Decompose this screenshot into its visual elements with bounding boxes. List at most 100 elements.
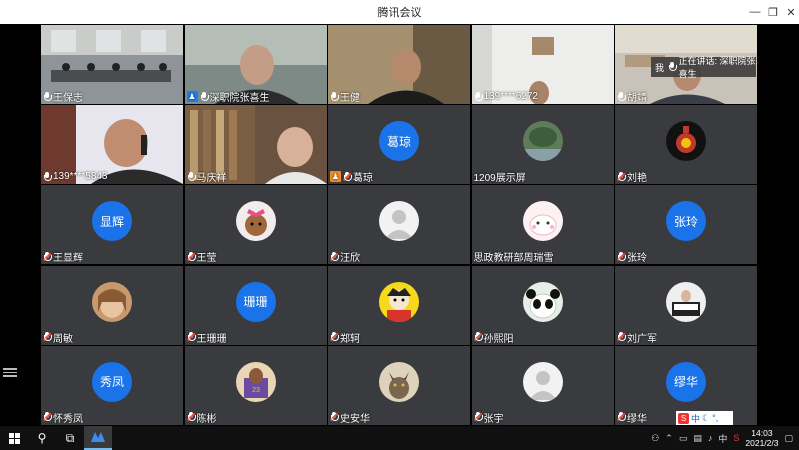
- participant-avatar: [92, 281, 132, 322]
- participant-avatar: [235, 201, 276, 242]
- participant-tile[interactable]: 139****5843: [41, 105, 183, 185]
- participant-tile[interactable]: 珊珊 王珊珊: [184, 265, 327, 345]
- participant-name-bar: 1209展示屏: [473, 170, 526, 185]
- search-icon[interactable]: ⚲: [28, 426, 56, 450]
- participant-tile[interactable]: 王健: [328, 25, 470, 104]
- meeting-stage: 王保志 ♟ 深职院张喜生 王健 139****6272 胡靖 139****58…: [0, 24, 799, 426]
- ime-language-toggle[interactable]: 中: [691, 412, 700, 425]
- clock-date: 2021/2/3: [745, 438, 779, 448]
- participant-tile[interactable]: 刘艳: [615, 105, 757, 185]
- participant-name-bar: 张宇: [473, 411, 504, 425]
- system-tray: ⚇ ⌃ ▭ ▤ ♪ 中 S 14:03 2021/2/3 ▢: [651, 426, 799, 450]
- battery-icon[interactable]: ▭: [679, 433, 688, 444]
- ime-toolbar[interactable]: S 中 ☾ °,: [676, 411, 733, 425]
- sidebar-toggle-icon[interactable]: [3, 366, 17, 380]
- participant-avatar: 张玲: [666, 201, 706, 242]
- mic-icon: [43, 91, 52, 102]
- participant-avatar: [522, 201, 563, 242]
- participant-name: 怀秀凤: [53, 413, 83, 425]
- participant-tile[interactable]: 孙熙阳: [471, 265, 614, 345]
- participant-tile[interactable]: 葛琼 ♟ 葛琼: [328, 105, 470, 185]
- participant-tile[interactable]: 秀凤 怀秀凤: [41, 345, 183, 425]
- ime-punct-icon[interactable]: °,: [712, 413, 718, 423]
- volume-icon[interactable]: ♪: [708, 433, 713, 443]
- participant-tile[interactable]: 郑轲: [328, 265, 470, 345]
- participant-tile[interactable]: 王保志: [41, 25, 183, 104]
- participant-name: 马庆祥: [196, 173, 227, 185]
- mic-muted-icon: [329, 412, 339, 422]
- participant-name-bar: 缪华: [616, 411, 647, 425]
- sogou-tray-icon[interactable]: S: [733, 433, 739, 443]
- participant-name-bar: 汪欣: [329, 250, 360, 264]
- network-icon[interactable]: ▤: [693, 433, 702, 444]
- title-bar: 腾讯会议 — ❐ ✕: [0, 0, 799, 24]
- show-hidden-icons-icon[interactable]: ⌃: [665, 433, 673, 444]
- participant-name-bar: 怀秀凤: [42, 411, 83, 425]
- ime-moon-icon[interactable]: ☾: [702, 413, 710, 424]
- participant-tile[interactable]: 周敏: [41, 265, 183, 345]
- participant-tile[interactable]: 马庆祥: [184, 105, 327, 185]
- participant-avatar: [522, 121, 563, 162]
- participant-name: 王显辉: [53, 253, 83, 265]
- participant-avatar: [379, 361, 419, 402]
- participant-tile[interactable]: 汪欣: [328, 185, 470, 265]
- participant-tile-active-speaker[interactable]: ♟ 深职院张喜生: [184, 25, 327, 104]
- notification-icon[interactable]: ▢: [784, 433, 793, 444]
- windows-start-icon[interactable]: [0, 426, 28, 450]
- clock[interactable]: 14:03 2021/2/3: [745, 428, 778, 448]
- people-icon[interactable]: ⚇: [651, 433, 659, 444]
- close-icon[interactable]: ✕: [779, 0, 799, 24]
- cohost-badge-icon: ♟: [330, 171, 341, 183]
- self-label: 我: [655, 62, 665, 73]
- participant-tile[interactable]: 1209展示屏: [471, 105, 614, 185]
- ime-indicator-icon[interactable]: 中: [718, 432, 727, 445]
- participant-tile[interactable]: 思政教研部周瑞雪: [471, 185, 614, 265]
- participant-name: 周敏: [53, 333, 73, 345]
- participant-tile[interactable]: 23 陈彬: [184, 345, 327, 425]
- participant-name-bar: 马庆祥: [187, 170, 227, 185]
- participant-name: 郑轲: [340, 333, 360, 345]
- participant-name-bar: 思政教研部周瑞雪: [473, 250, 554, 265]
- participant-name: 王珊珊: [196, 333, 227, 345]
- participant-name: 葛琼: [353, 173, 373, 185]
- participant-name-bar: ♟ 深职院张喜生: [186, 90, 270, 104]
- participant-name: 陈彬: [196, 413, 217, 425]
- participant-avatar: 23: [235, 361, 276, 402]
- participant-tile[interactable]: 史安华: [328, 345, 470, 425]
- participant-tile[interactable]: 张宇: [471, 345, 614, 425]
- participant-name-bar: 王保志: [43, 90, 83, 104]
- participant-name: 1209展示屏: [473, 173, 526, 185]
- participant-tile[interactable]: 王莹: [184, 185, 327, 265]
- task-view-icon[interactable]: ⧉: [56, 426, 84, 450]
- participant-tile[interactable]: 张玲 张玲: [615, 185, 757, 265]
- mic-muted-icon: [342, 171, 352, 182]
- participant-name: 王保志: [53, 93, 83, 104]
- mic-muted-icon: [186, 251, 196, 262]
- participant-avatar: 秀凤: [92, 361, 132, 402]
- mic-icon: [187, 171, 196, 182]
- participant-name-bar: 王莹: [186, 250, 217, 264]
- speaking-indicator: 我 正在讲话: 深职院张喜生: [651, 56, 756, 79]
- windows-taskbar: ⚲ ⧉ ⚇ ⌃ ▭ ▤ ♪ 中 S 14:03 2021/2/3 ▢: [0, 426, 799, 450]
- participant-name-bar: ♟ 葛琼: [330, 170, 373, 185]
- mic-muted-icon: [42, 251, 52, 262]
- mic-muted-icon: [473, 332, 483, 342]
- tencent-meeting-taskbar-icon[interactable]: [84, 426, 112, 450]
- participant-avatar: [522, 361, 563, 402]
- sogou-ime-icon[interactable]: S: [678, 412, 689, 424]
- participant-name-bar: 139****5843: [43, 170, 108, 183]
- participant-tile[interactable]: 显辉 王显辉: [41, 185, 183, 265]
- participant-name: 张玲: [627, 253, 647, 265]
- participant-tile[interactable]: 139****6272: [471, 25, 614, 104]
- mic-muted-icon: [616, 412, 626, 422]
- participant-tile[interactable]: 刘广军: [615, 265, 757, 345]
- participant-name-bar: 张玲: [616, 250, 647, 265]
- mic-muted-icon: [616, 332, 626, 342]
- participant-name: 思政教研部周瑞雪: [473, 253, 554, 265]
- mic-icon: [200, 91, 209, 102]
- participant-name: 缪华: [627, 413, 647, 425]
- participant-name-bar: 胡靖: [617, 90, 647, 104]
- participant-name: 139****6272: [483, 91, 539, 102]
- participant-name-bar: 刘广军: [616, 331, 657, 345]
- participant-grid: 王保志 ♟ 深职院张喜生 王健 139****6272 胡靖 139****58…: [41, 25, 757, 425]
